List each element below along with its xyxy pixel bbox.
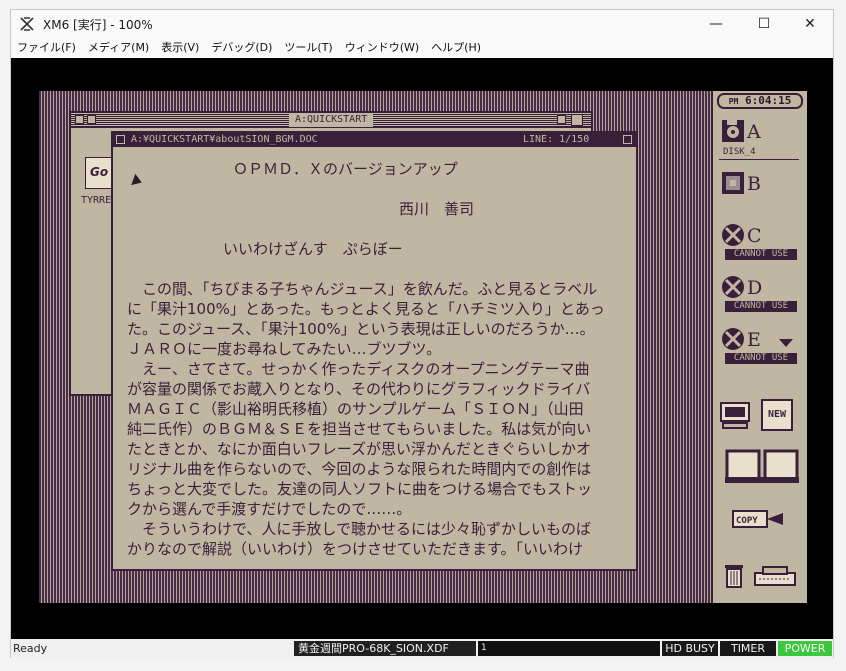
unavailable-drive-icon <box>722 276 744 298</box>
doc-paragraph: この間、「ちびまる子ちゃんジュース」を飲んだ。ふと見るとラベル に「果汁100%」… <box>127 279 627 559</box>
doc-paragraph-line: えー、さてさて。せっかく作ったディスクのオープニングテーマ曲 <box>127 360 590 378</box>
drive-1-value: 1 <box>481 643 487 653</box>
doc-paragraph-line: に「果汁100%」とあった。もっとよく見ると「ハチミツ入り」とあっ <box>127 300 605 318</box>
window-stack-icon[interactable] <box>571 114 583 126</box>
minimize-button[interactable]: — <box>693 10 739 38</box>
drive-e-letter: E <box>747 329 761 351</box>
status-bar: Ready 黄金週間PRO-68K_SION.XDF 1 HD BUSY TIM… <box>11 639 833 658</box>
quickstart-title: A:QUICKSTART <box>289 113 374 127</box>
resize-icon[interactable] <box>87 115 96 124</box>
unavailable-drive-icon <box>722 328 744 350</box>
emulator-window: XM6 [実行] - 100% — ☐ ✕ ファイル(F) メディア(M) 表示(V… <box>10 9 834 658</box>
doc-title-line: ＯＰＭＤ．Ｘのバージョンアップ <box>233 160 458 178</box>
menu-bar: ファイル(F) メディア(M) 表示(V) デバッグ(D) ツール(T) ウィンドウ(W)… <box>11 38 833 58</box>
doc-paragraph-line: 純二氏作）のＢＧＭ＆ＳＥを担当させてもらいました。私は気が向い <box>127 420 592 438</box>
emulator-screen[interactable]: A:QUICKSTART Go TYRRE A:¥QUICKSTART¥abou… <box>11 58 833 639</box>
doc-paragraph-line: た。このジュース、「果汁100%」という表現は正しいのだろうか…。 <box>127 320 595 338</box>
menu-window[interactable]: ウィンドウ(W) <box>339 38 425 58</box>
computer-icon[interactable] <box>719 399 751 431</box>
trash-icon[interactable] <box>723 561 745 589</box>
document-path: A:¥QUICKSTART¥aboutSION_BGM.DOC <box>131 134 318 145</box>
doc-paragraph-line: が容量の関係でお蔵入りとなり、その代わりにグラフィックドライバ <box>127 380 591 398</box>
drawers-icon[interactable] <box>725 447 799 485</box>
menu-help[interactable]: ヘルプ(H) <box>425 38 487 58</box>
doc-paragraph-line: たときとか、なにか面白いフレーズが思い浮かんだときぐらいしかオ <box>127 440 591 458</box>
doc-subtitle: いいわけざんす ぷらぼー <box>223 240 403 258</box>
doc-paragraph-line: この間、「ちびまる子ちゃんジュース」を飲んだ。ふと見るとラベル <box>127 280 598 298</box>
doc-paragraph-line: ＪＡＲＯに一度お尋ねしてみたい…ブツブツ。 <box>127 340 442 358</box>
floppy-disk-icon <box>722 172 744 194</box>
document-titlebar[interactable]: A:¥QUICKSTART¥aboutSION_BGM.DOC LINE: 1/… <box>113 133 636 147</box>
doc-paragraph-line: そういうわけで、人に手放しで聴かせるには少々恥ずかしいものば <box>127 520 591 538</box>
drive-a-label: DISK_4 <box>723 147 756 157</box>
clock-ampm: PM <box>728 97 739 106</box>
close-button[interactable]: ✕ <box>787 10 833 38</box>
drive-a-letter: A <box>747 121 761 143</box>
document-zoom-icon[interactable] <box>623 135 632 144</box>
sidebar-divider <box>719 159 799 160</box>
menu-view[interactable]: 表示(V) <box>155 38 205 58</box>
clock: PM 6:04:15 <box>717 93 803 109</box>
document-close-icon[interactable] <box>116 135 125 144</box>
timer-indicator: TIMER <box>720 641 776 656</box>
hd-busy-indicator: HD BUSY <box>662 641 718 656</box>
menu-file[interactable]: ファイル(F) <box>11 38 82 58</box>
maximize-button[interactable]: ☐ <box>741 10 787 38</box>
copy-icon[interactable]: COPY <box>731 507 783 531</box>
drive-d-letter: D <box>747 277 763 299</box>
drive-c-status: CANNOT USE <box>725 249 797 260</box>
document-line-counter: LINE: 1/150 <box>523 134 590 145</box>
x68k-desktop[interactable]: A:QUICKSTART Go TYRRE A:¥QUICKSTART¥abou… <box>39 91 807 603</box>
window-menu-icon[interactable] <box>75 115 84 124</box>
floppy-disk-icon <box>722 120 744 142</box>
title-bar[interactable]: XM6 [実行] - 100% — ☐ ✕ <box>11 10 833 38</box>
document-text[interactable]: ＯＰＭＤ．Ｘのバージョンアップ 西川 善司 いいわけざんす ぷらぼー この間、「… <box>127 159 627 559</box>
window-title: XM6 [実行] - 100% <box>43 18 153 32</box>
copy-label: COPY <box>736 516 758 526</box>
drive-sidebar: PM 6:04:15 A DISK_4 B C CANNOT USE D CAN… <box>711 91 807 603</box>
doc-paragraph-line: クから選んで手渡すだけでしたので……。 <box>127 500 412 518</box>
game-icon-label: TYRRE <box>81 195 112 206</box>
drive-e-status: CANNOT USE <box>725 353 797 364</box>
drive-d-status: CANNOT USE <box>725 301 797 312</box>
disk-image-indicator[interactable]: 黄金週間PRO-68K_SION.XDF <box>294 641 476 656</box>
printer-icon[interactable] <box>753 565 797 587</box>
drive-b-letter: B <box>747 173 761 195</box>
doc-author: 西川 善司 <box>399 200 475 218</box>
xm6-app-icon <box>20 17 34 31</box>
unavailable-drive-icon <box>722 224 744 246</box>
zoom-box-icon[interactable] <box>557 115 566 124</box>
doc-paragraph-line: ＭＡＧＩＣ（影山裕明氏移植）のサンプルゲーム「ＳＩＯＮ」（山田 <box>127 400 584 418</box>
disk-image-name: 黄金週間PRO-68K_SION.XDF <box>298 642 449 655</box>
clock-time: 6:04:15 <box>744 94 792 107</box>
quickstart-titlebar[interactable]: A:QUICKSTART <box>71 113 591 128</box>
doc-paragraph-line: リジナル曲を作らないので、今回のような限られた時間内での創作は <box>127 460 592 478</box>
drive-c-letter: C <box>747 225 762 247</box>
scroll-down-arrow-icon[interactable] <box>779 339 793 347</box>
svg-text:Go: Go <box>90 165 108 179</box>
menu-tools[interactable]: ツール(T) <box>278 38 338 58</box>
document-window[interactable]: A:¥QUICKSTART¥aboutSION_BGM.DOC LINE: 1/… <box>111 131 638 571</box>
menu-media[interactable]: メディア(M) <box>82 38 155 58</box>
power-indicator[interactable]: POWER <box>778 641 832 656</box>
menu-debug[interactable]: デバッグ(D) <box>205 38 278 58</box>
doc-paragraph-line: ちょっと大変でした。友達の同人ソフトに曲をつける場合でもストッ <box>127 480 593 498</box>
drive-1-indicator[interactable]: 1 <box>478 641 660 656</box>
new-icon[interactable]: NEW <box>761 399 793 431</box>
doc-paragraph-line: かりなので解説（いいわけ）をつけさせていただきます。「いいわけ <box>127 540 584 558</box>
status-ready: Ready <box>13 642 48 655</box>
